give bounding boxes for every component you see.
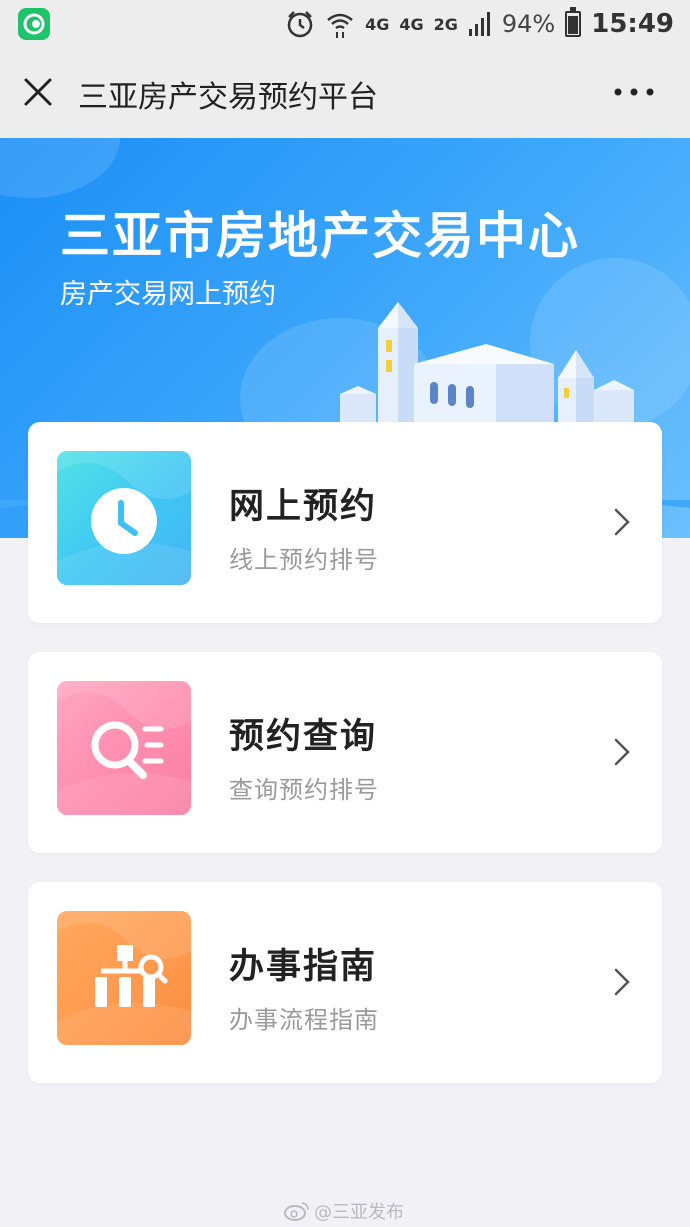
card-title: 办事指南 — [229, 947, 378, 987]
network-4g-secondary-label: 4G — [399, 14, 424, 34]
more-dots-icon — [614, 88, 654, 96]
alarm-icon — [287, 11, 313, 38]
card-description: 线上预约排号 — [229, 546, 379, 574]
card-online-booking[interactable]: 网上预约 线上预约排号 — [28, 422, 662, 623]
close-button[interactable] — [18, 72, 58, 112]
card-description: 查询预约排号 — [229, 776, 379, 804]
network-4g-label: 4G — [365, 14, 390, 34]
close-icon — [24, 78, 52, 106]
more-options-button[interactable] — [610, 76, 660, 108]
chevron-right-icon — [614, 738, 630, 766]
watermark-text: @三亚发布 — [314, 1202, 404, 1223]
flowchart-search-icon — [57, 911, 191, 1045]
wifi-icon — [327, 13, 353, 38]
chevron-right-icon — [614, 508, 630, 536]
card-booking-query[interactable]: 预约查询 查询预约排号 — [28, 652, 662, 853]
status-indicators: 4G 4G 2G 94% 15:49 — [285, 6, 674, 42]
banner-title: 三亚市房地产交易中心 — [60, 207, 580, 265]
signal-icon — [468, 12, 490, 36]
page-title: 三亚房产交易预约平台 — [78, 80, 378, 115]
weibo-icon — [284, 1202, 309, 1221]
online-booking-tile — [57, 451, 191, 585]
card-title: 网上预约 — [229, 487, 378, 527]
wechat-app-icon — [18, 8, 50, 40]
building-illustration — [340, 302, 634, 428]
battery-percent: 94% — [501, 10, 556, 38]
chevron-right-icon — [614, 968, 630, 996]
weibo-watermark: @三亚发布 — [284, 1198, 404, 1224]
decor-bubble — [0, 138, 120, 198]
network-2g-label: 2G — [433, 14, 458, 34]
status-bar: 4G 4G 2G 94% 15:49 — [0, 0, 690, 50]
booking-query-tile — [57, 681, 191, 815]
clock-icon — [57, 451, 191, 585]
card-description: 办事流程指南 — [229, 1006, 379, 1034]
battery-icon — [565, 7, 582, 37]
search-list-icon — [57, 681, 191, 815]
card-title: 预约查询 — [229, 717, 378, 757]
nav-bar: 三亚房产交易预约平台 — [0, 50, 690, 138]
card-service-guide[interactable]: 办事指南 办事流程指南 — [28, 882, 662, 1083]
banner-subtitle: 房产交易网上预约 — [60, 279, 276, 310]
clock-time: 15:49 — [591, 9, 674, 39]
service-guide-tile — [57, 911, 191, 1045]
